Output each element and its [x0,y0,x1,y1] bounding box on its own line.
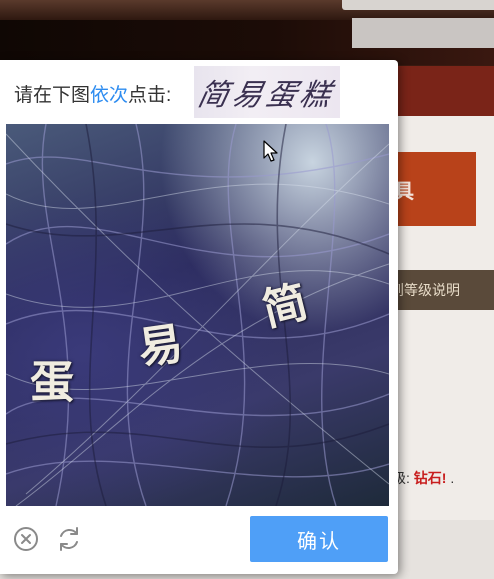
level-info-label: 到等级说明 [390,282,460,298]
captcha-dialog: 请在下图依次点击: 简易蛋糕 蛋 易 简 确认 [0,60,398,574]
captcha-image[interactable]: 蛋 易 简 [6,124,389,506]
captcha-hint-text: 简易蛋糕 [194,78,338,113]
captcha-prompt: 请在下图依次点击: [14,80,171,107]
level-status: 级: 钻石! . [392,468,454,488]
prompt-emphasis: 依次 [90,85,129,106]
level-value: 钻石! [413,470,447,486]
header-gray-button[interactable] [352,18,494,48]
prompt-text-after: 点击: [128,85,172,106]
level-suffix: . [450,470,455,486]
captcha-char-1[interactable]: 蛋 [30,346,74,410]
side-action-button[interactable]: 具 [390,152,476,226]
captcha-hint-image: 简易蛋糕 [194,66,340,118]
refresh-icon[interactable] [54,524,84,554]
confirm-button[interactable]: 确认 [250,516,388,562]
close-circle-icon[interactable] [11,524,41,554]
captcha-texture [6,124,389,506]
captcha-char-2[interactable]: 易 [134,307,186,377]
top-right-bar [342,0,494,10]
mouse-cursor-icon [263,140,279,169]
prompt-text-before: 请在下图 [14,85,91,106]
